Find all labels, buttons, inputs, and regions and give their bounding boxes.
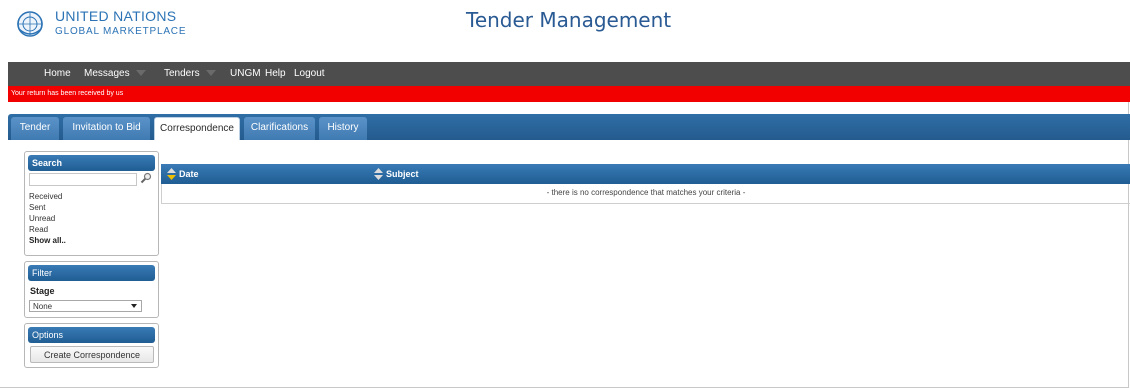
tab-invitation-to-bid[interactable]: Invitation to Bid xyxy=(63,117,150,140)
search-link-sent[interactable]: Sent xyxy=(29,203,45,212)
filter-panel-title: Filter xyxy=(28,265,155,281)
search-input[interactable] xyxy=(29,173,137,186)
tab-correspondence[interactable]: Correspondence xyxy=(154,117,240,140)
sort-icon xyxy=(374,168,383,180)
search-link-show-all[interactable]: Show all.. xyxy=(29,236,66,245)
logo-wordmark[interactable]: UNITED NATIONS GLOBAL MARKETPLACE xyxy=(55,8,187,38)
nav-logout[interactable]: Logout xyxy=(294,62,325,86)
nav-messages-label: Messages xyxy=(84,68,130,79)
options-panel: Options Create Correspondence xyxy=(24,323,159,368)
nav-tenders[interactable]: Tenders xyxy=(164,62,216,86)
search-link-read[interactable]: Read xyxy=(29,225,48,234)
tab-history[interactable]: History xyxy=(319,117,367,140)
nav-messages[interactable]: Messages xyxy=(84,62,146,86)
nav-help-label: Help xyxy=(265,68,286,79)
options-panel-title: Options xyxy=(28,327,155,343)
chevron-down-icon xyxy=(135,70,146,77)
nav-ungm-label: UNGM xyxy=(230,68,261,79)
column-subject-label: Subject xyxy=(386,169,419,179)
search-icon[interactable] xyxy=(140,172,152,184)
nav-home-label: Home xyxy=(44,68,71,79)
stage-label: Stage xyxy=(30,286,55,296)
search-link-unread[interactable]: Unread xyxy=(29,214,55,223)
nav-help[interactable]: Help xyxy=(265,62,286,86)
tab-clarifications[interactable]: Clarifications xyxy=(244,117,315,140)
logo-line2: GLOBAL MARKETPLACE xyxy=(55,26,187,37)
chevron-down-icon xyxy=(205,70,216,77)
main-nav: Home Messages Tenders UNGM Help Logout xyxy=(8,62,1130,86)
search-panel-title: Search xyxy=(28,155,155,171)
logo-line1: UNITED NATIONS xyxy=(55,8,177,24)
stage-select[interactable]: None xyxy=(29,300,142,312)
search-panel: Search Received Sent Unread Read Show al… xyxy=(24,151,159,256)
nav-tenders-label: Tenders xyxy=(164,68,200,79)
nav-home[interactable]: Home xyxy=(44,62,71,86)
sort-icon xyxy=(167,168,176,180)
empty-grid-message: - there is no correspondence that matche… xyxy=(161,184,1130,204)
column-date-label: Date xyxy=(179,169,199,179)
tab-tender[interactable]: Tender xyxy=(11,117,59,140)
header: UNITED NATIONS GLOBAL MARKETPLACE Tender… xyxy=(0,0,1130,62)
nav-ungm[interactable]: UNGM xyxy=(230,62,261,86)
tab-bar: Tender Invitation to Bid Correspondence … xyxy=(8,114,1130,140)
create-correspondence-button[interactable]: Create Correspondence xyxy=(30,346,154,363)
filter-panel: Filter Stage None xyxy=(24,261,159,318)
search-link-received[interactable]: Received xyxy=(29,192,62,201)
stage-select-value: None xyxy=(33,302,53,311)
un-emblem-icon xyxy=(17,11,43,37)
dropdown-arrow-icon xyxy=(131,304,137,308)
status-alert: Your return has been received by us xyxy=(8,86,1130,102)
nav-logout-label: Logout xyxy=(294,68,325,79)
correspondence-grid-header: Date Subject xyxy=(161,164,1130,184)
page-title: Tender Management xyxy=(466,8,672,32)
